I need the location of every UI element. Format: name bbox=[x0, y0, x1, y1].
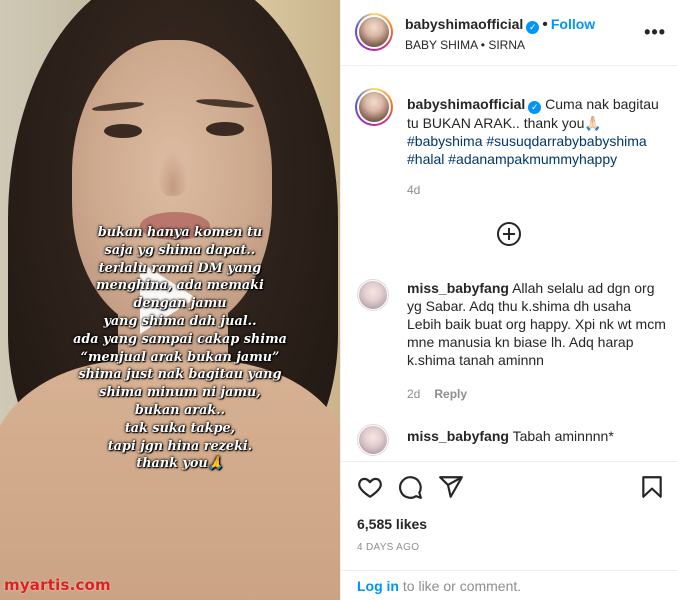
header-subtitle[interactable]: BABY SHIMA • SIRNA bbox=[405, 38, 525, 52]
comment-icon[interactable] bbox=[397, 474, 423, 500]
overlay-line: bukan arak.. bbox=[134, 402, 226, 418]
post-sidebar: babyshimaofficial ✓ • Follow BABY SHIMA • S… bbox=[340, 0, 677, 600]
avatar-image bbox=[358, 425, 388, 455]
login-link[interactable]: Log in bbox=[357, 578, 399, 594]
header-separator: • bbox=[542, 16, 548, 33]
overlay-line: yang shima dah jual.. bbox=[103, 313, 257, 329]
comment-time[interactable]: 2d bbox=[407, 387, 420, 401]
comments-section[interactable]: babyshimaofficial ✓ Cuma nak bagitau tu B… bbox=[341, 67, 677, 460]
reply-button[interactable]: Reply bbox=[434, 387, 467, 401]
avatar-image bbox=[358, 280, 388, 310]
action-bar: 6,585 likes 4 DAYS AGO bbox=[341, 461, 677, 553]
overlay-line: saja yg shima dapat.. bbox=[104, 242, 256, 258]
caption-time[interactable]: 4d bbox=[407, 183, 420, 197]
video-overlay-text: bukan hanya komen tu saja yg shima dapat… bbox=[40, 224, 320, 473]
comment-avatar[interactable] bbox=[357, 279, 389, 311]
avatar[interactable] bbox=[355, 13, 393, 51]
overlay-line: “menjual arak bukan jamu” bbox=[80, 349, 280, 365]
avatar-image bbox=[357, 90, 391, 124]
overlay-line: dengan jamu bbox=[133, 296, 227, 312]
comment-username[interactable]: miss_babyfang bbox=[407, 428, 509, 444]
comment-avatar[interactable] bbox=[357, 424, 389, 456]
watermark: myartis.com bbox=[4, 576, 111, 594]
load-more-comments-icon[interactable] bbox=[497, 222, 521, 246]
follow-button[interactable]: Follow bbox=[551, 16, 595, 32]
caption-avatar[interactable] bbox=[355, 88, 393, 126]
verified-icon: ✓ bbox=[526, 21, 540, 34]
login-bar: Log in to like or comment. bbox=[341, 570, 677, 600]
caption-hashtags[interactable]: #babyshima #susuqdarrabybabyshima #halal… bbox=[407, 133, 647, 167]
comment-meta: 2d Reply bbox=[407, 387, 467, 401]
share-icon[interactable] bbox=[438, 474, 464, 500]
heart-icon[interactable] bbox=[357, 474, 383, 500]
post-header: babyshimaofficial ✓ • Follow BABY SHIMA • S… bbox=[341, 0, 677, 66]
header-username[interactable]: babyshimaofficial bbox=[405, 16, 523, 32]
more-options-icon[interactable]: ••• bbox=[644, 22, 666, 43]
overlay-line: bukan hanya komen tu bbox=[97, 225, 263, 240]
comment: miss_babyfang Tabah aminnnn* bbox=[407, 427, 669, 445]
header-userline: babyshimaofficial ✓ • Follow bbox=[405, 16, 595, 34]
post-date[interactable]: 4 DAYS AGO bbox=[357, 542, 419, 553]
avatar-image bbox=[357, 15, 391, 49]
overlay-line: terlalu ramai DM yang bbox=[98, 260, 262, 276]
video-person-nose bbox=[158, 150, 188, 196]
overlay-line: ada yang sampai cakap shima bbox=[73, 331, 287, 347]
bookmark-icon[interactable] bbox=[639, 474, 665, 500]
comment: miss_babyfang Allah selalu ad dgn org yg… bbox=[407, 279, 669, 369]
overlay-line: menghina, ada memaki bbox=[96, 278, 264, 294]
comment-username[interactable]: miss_babyfang bbox=[407, 280, 509, 296]
like-count[interactable]: 6,585 likes bbox=[357, 516, 427, 532]
video-person-eye-right bbox=[206, 122, 244, 136]
overlay-line: tapi jgn hina rezeki. bbox=[107, 438, 253, 454]
overlay-line: tak suka takpe, bbox=[124, 420, 236, 436]
caption-username[interactable]: babyshimaofficial bbox=[407, 96, 525, 112]
overlay-line: shima minum ni jamu, bbox=[99, 385, 261, 401]
post-video[interactable]: bukan hanya komen tu saja yg shima dapat… bbox=[0, 0, 340, 600]
video-person-eye-left bbox=[104, 124, 142, 138]
login-prompt: Log in to like or comment. bbox=[357, 578, 521, 594]
overlay-line: thank you🙏 bbox=[136, 456, 224, 472]
caption: babyshimaofficial ✓ Cuma nak bagitau tu B… bbox=[407, 95, 665, 168]
comment-text: Tabah aminnnn* bbox=[512, 428, 614, 444]
verified-icon: ✓ bbox=[528, 101, 542, 114]
login-rest: to like or comment. bbox=[399, 578, 522, 594]
overlay-line: shima just nak bagitau yang bbox=[78, 367, 282, 383]
